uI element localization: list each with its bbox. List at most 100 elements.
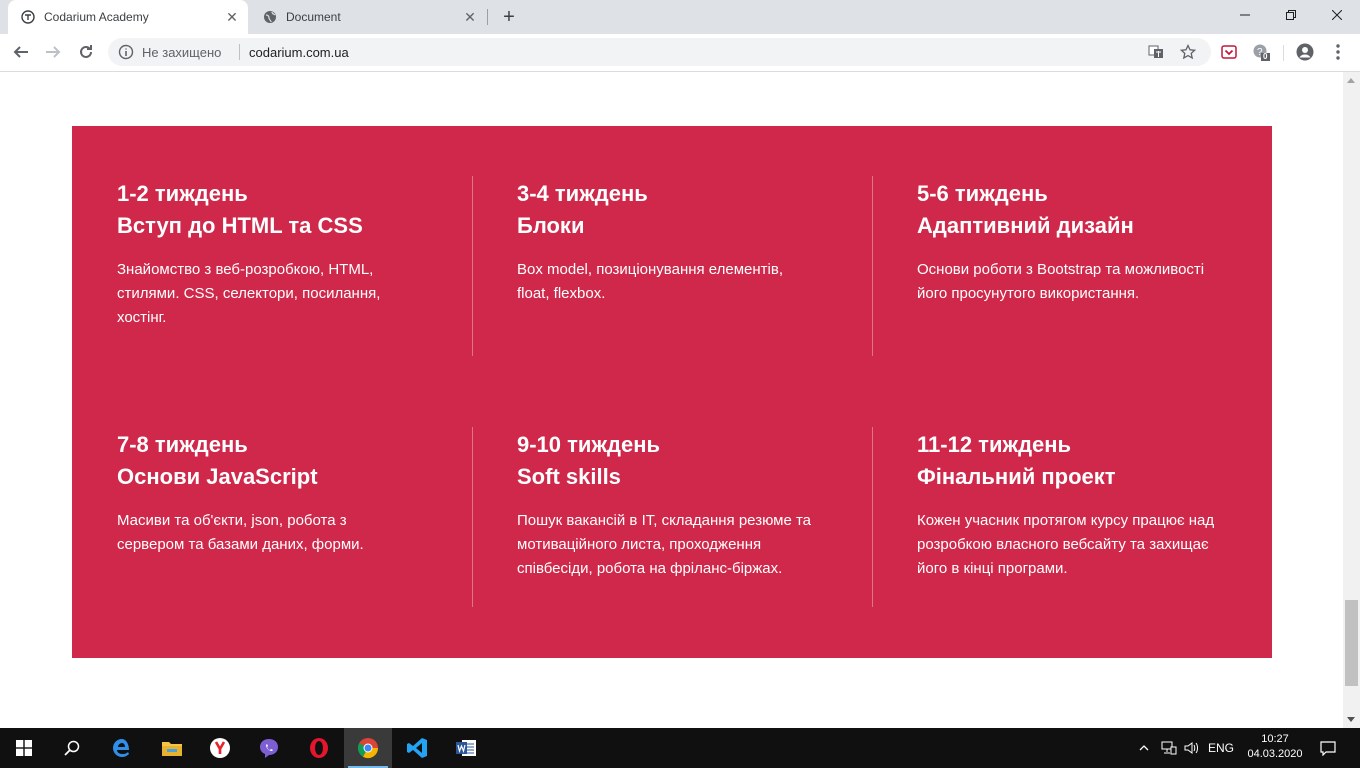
url-text[interactable]: codarium.com.ua [249, 45, 349, 60]
module-heading: 1-2 тиждень Вступ до HTML та CSS [117, 178, 457, 242]
translate-icon[interactable] [1148, 44, 1164, 60]
scroll-down-arrow-icon[interactable] [1347, 717, 1355, 722]
tab-separator [487, 9, 488, 25]
minimize-icon [1240, 14, 1250, 16]
module-description: Основи роботи з Bootstrap та можливості … [917, 261, 1205, 302]
tab-title: Document [286, 10, 341, 24]
extension-badge: 0 [1263, 52, 1268, 61]
chevron-up-icon [1139, 745, 1149, 751]
clock-date: 04.03.2020 [1247, 748, 1303, 760]
module-weeks: 3-4 тиждень [517, 181, 648, 206]
taskbar-opera[interactable] [295, 728, 343, 768]
module-weeks: 11-12 тиждень [917, 432, 1072, 457]
address-bar[interactable]: Не захищено codarium.com.ua [108, 38, 1211, 66]
module-weeks: 1-2 тиждень [117, 181, 248, 206]
module-weeks: 5-6 тиждень [917, 181, 1048, 206]
taskbar-vscode[interactable] [393, 728, 441, 768]
notification-icon [1320, 741, 1336, 756]
info-icon[interactable] [118, 44, 134, 60]
module-description: Кожен учасник протягом курсу працює над … [917, 512, 1215, 577]
module-title: Блоки [517, 213, 585, 238]
module-title: Адаптивний дизайн [917, 213, 1134, 238]
module-title: Вступ до HTML та CSS [117, 213, 363, 238]
close-icon [1332, 10, 1342, 20]
forward-button[interactable] [40, 39, 66, 65]
clock-time: 10:27 [1261, 733, 1289, 745]
volume-tray-icon[interactable] [1181, 728, 1203, 768]
column-divider [872, 176, 873, 356]
column-divider [872, 427, 873, 607]
scroll-up-arrow-icon[interactable] [1347, 78, 1355, 83]
scrollbar-thumb[interactable] [1345, 600, 1358, 686]
globe-icon [262, 9, 278, 25]
taskbar-chrome[interactable] [344, 728, 392, 768]
taskbar-search-button[interactable] [48, 728, 96, 768]
module-title: Soft skills [517, 464, 621, 489]
tab-codarium-academy[interactable]: Codarium Academy ✕ [8, 0, 248, 34]
network-tray-icon[interactable] [1158, 728, 1180, 768]
minimize-button[interactable] [1222, 0, 1268, 30]
close-window-button[interactable] [1314, 0, 1360, 30]
chrome-icon [357, 738, 379, 759]
language-indicator[interactable]: ENG [1204, 728, 1238, 768]
restore-icon [1286, 10, 1296, 20]
module-heading: 7-8 тиждень Основи JavaScript [117, 429, 457, 493]
start-button[interactable] [0, 728, 48, 768]
taskbar-viber[interactable] [245, 728, 293, 768]
module-heading: 3-4 тиждень Блоки [517, 178, 857, 242]
module-weeks: 7-8 тиждень [117, 432, 248, 457]
taskbar-clock[interactable]: 10:27 04.03.2020 [1240, 732, 1310, 762]
reload-icon [80, 45, 92, 58]
extension-with-badge-icon[interactable]: ? 0 [1252, 43, 1270, 61]
show-hidden-icons-button[interactable] [1134, 728, 1154, 768]
module-title: Основи JavaScript [117, 464, 318, 489]
module-heading: 11-12 тиждень Фінальний проект [917, 429, 1257, 493]
opera-icon [310, 738, 328, 758]
reload-button[interactable] [73, 39, 99, 65]
module-heading: 5-6 тиждень Адаптивний дизайн [917, 178, 1257, 242]
module-description: Знайомство з веб-розробкою, HTML, стилям… [117, 261, 381, 326]
new-tab-button[interactable]: + [498, 6, 520, 28]
toolbar-divider [1283, 45, 1284, 61]
file-explorer-icon [162, 742, 182, 756]
viber-icon [260, 739, 278, 758]
close-tab-icon[interactable]: ✕ [224, 9, 240, 25]
action-center-button[interactable] [1314, 728, 1342, 768]
taskbar-yandex-browser[interactable] [196, 728, 244, 768]
taskbar-edge[interactable] [98, 728, 146, 768]
edge-icon [113, 739, 129, 757]
back-arrow-icon [13, 46, 28, 58]
browser-tab-strip: Codarium Academy ✕ Document ✕ + [0, 0, 1360, 34]
module-title: Фінальний проект [917, 464, 1116, 489]
search-icon [64, 740, 80, 756]
tab-title: Codarium Academy [44, 10, 149, 24]
security-status-text[interactable]: Не захищено [142, 45, 221, 60]
menu-kebab-icon[interactable] [1329, 43, 1347, 61]
vscode-icon [407, 738, 427, 758]
module-description: Box model, позиціонування елементів, flo… [517, 261, 784, 302]
page-viewport: 1-2 тиждень Вступ до HTML та CSS Знайомс… [0, 72, 1343, 728]
module-description: Пошук вакансій в IT, складання резюме та… [517, 512, 812, 577]
tab-document[interactable]: Document ✕ [250, 0, 486, 34]
codarium-favicon-icon [20, 9, 36, 25]
page-scrollbar[interactable] [1343, 72, 1360, 728]
back-button[interactable] [8, 39, 34, 65]
module-weeks: 9-10 тиждень [517, 432, 661, 457]
profile-avatar-icon[interactable] [1296, 43, 1314, 61]
yandex-browser-icon [210, 738, 230, 758]
windows-start-icon [16, 740, 32, 756]
forward-arrow-icon [46, 46, 61, 58]
column-divider [472, 427, 473, 607]
restore-button[interactable] [1268, 0, 1314, 30]
column-divider [472, 176, 473, 356]
omnibox-divider [239, 44, 240, 60]
pocket-extension-icon[interactable] [1220, 43, 1238, 61]
taskbar-word[interactable] [442, 728, 490, 768]
word-icon [456, 740, 476, 756]
bookmark-star-icon[interactable] [1180, 44, 1196, 60]
module-heading: 9-10 тиждень Soft skills [517, 429, 857, 493]
close-tab-icon[interactable]: ✕ [462, 9, 478, 25]
module-description: Масиви та об'єкти, json, робота з сервер… [117, 512, 364, 553]
course-program-section: 1-2 тиждень Вступ до HTML та CSS Знайомс… [72, 126, 1272, 658]
taskbar-file-explorer[interactable] [148, 728, 196, 768]
